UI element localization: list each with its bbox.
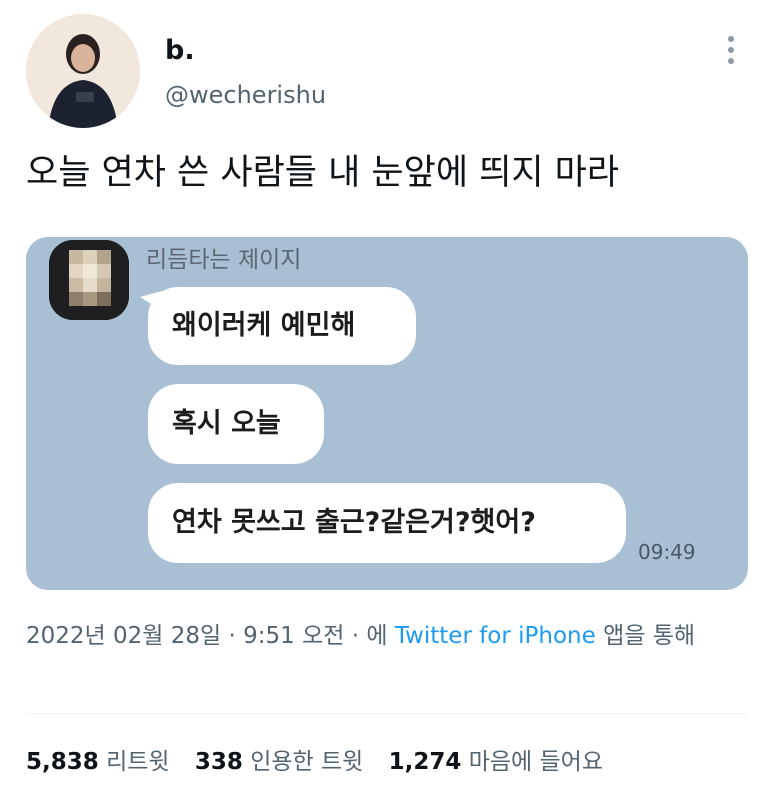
source-suffix: 앱을 통해: [603, 623, 696, 649]
tweet-time[interactable]: 9:51 오전: [243, 623, 344, 649]
tweet-image[interactable]: 리듬타는 제이지 왜이러케 예민해 혹시 오늘 연차 못쓰고 출근?같은거?햇어…: [26, 237, 748, 590]
chat-avatar: [49, 240, 129, 320]
quotes-label: 인용한 트윗: [250, 749, 364, 775]
tweet-text: 오늘 연차 쓴 사람들 내 눈앞에 띄지 마라: [26, 153, 620, 193]
chat-bubble-1: 왜이러케 예민해: [148, 287, 416, 365]
retweets-label: 리트윗: [106, 749, 170, 775]
more-options-icon[interactable]: [720, 32, 742, 68]
author-handle[interactable]: @wecherishu: [165, 80, 326, 110]
retweets-count: 5,838: [26, 749, 99, 775]
avatar-photo: [26, 14, 140, 128]
separator-dot: ·: [351, 623, 360, 649]
author-avatar[interactable]: [26, 14, 140, 128]
engagement-stats: 5,838 리트윗 338 인용한 트윗 1,274 마음에 들어요: [26, 746, 621, 778]
author-display-name[interactable]: b.: [165, 34, 195, 68]
divider: [26, 713, 748, 714]
chat-bubble-2: 혹시 오늘: [148, 384, 324, 464]
likes-label: 마음에 들어요: [468, 749, 603, 775]
retweets-stat[interactable]: 5,838 리트윗: [26, 746, 170, 778]
chat-sender-name: 리듬타는 제이지: [146, 247, 302, 273]
quotes-count: 338: [194, 749, 243, 775]
likes-stat[interactable]: 1,274 마음에 들어요: [389, 746, 603, 778]
chat-bubble-3: 연차 못쓰고 출근?같은거?햇어?: [148, 483, 626, 563]
quotes-stat[interactable]: 338 인용한 트윗: [195, 746, 363, 778]
source-link[interactable]: Twitter for iPhone: [395, 623, 596, 649]
pixelated-avatar-icon: [49, 240, 129, 320]
source-prefix: 에: [366, 623, 388, 649]
tweet-timestamp-line: 2022년 02월 28일 · 9:51 오전 · 에 Twitter for …: [26, 618, 756, 654]
likes-count: 1,274: [388, 749, 462, 775]
chat-timestamp: 09:49: [638, 540, 696, 564]
separator-dot: ·: [228, 623, 236, 649]
tweet-date[interactable]: 2022년 02월 28일: [26, 623, 221, 649]
